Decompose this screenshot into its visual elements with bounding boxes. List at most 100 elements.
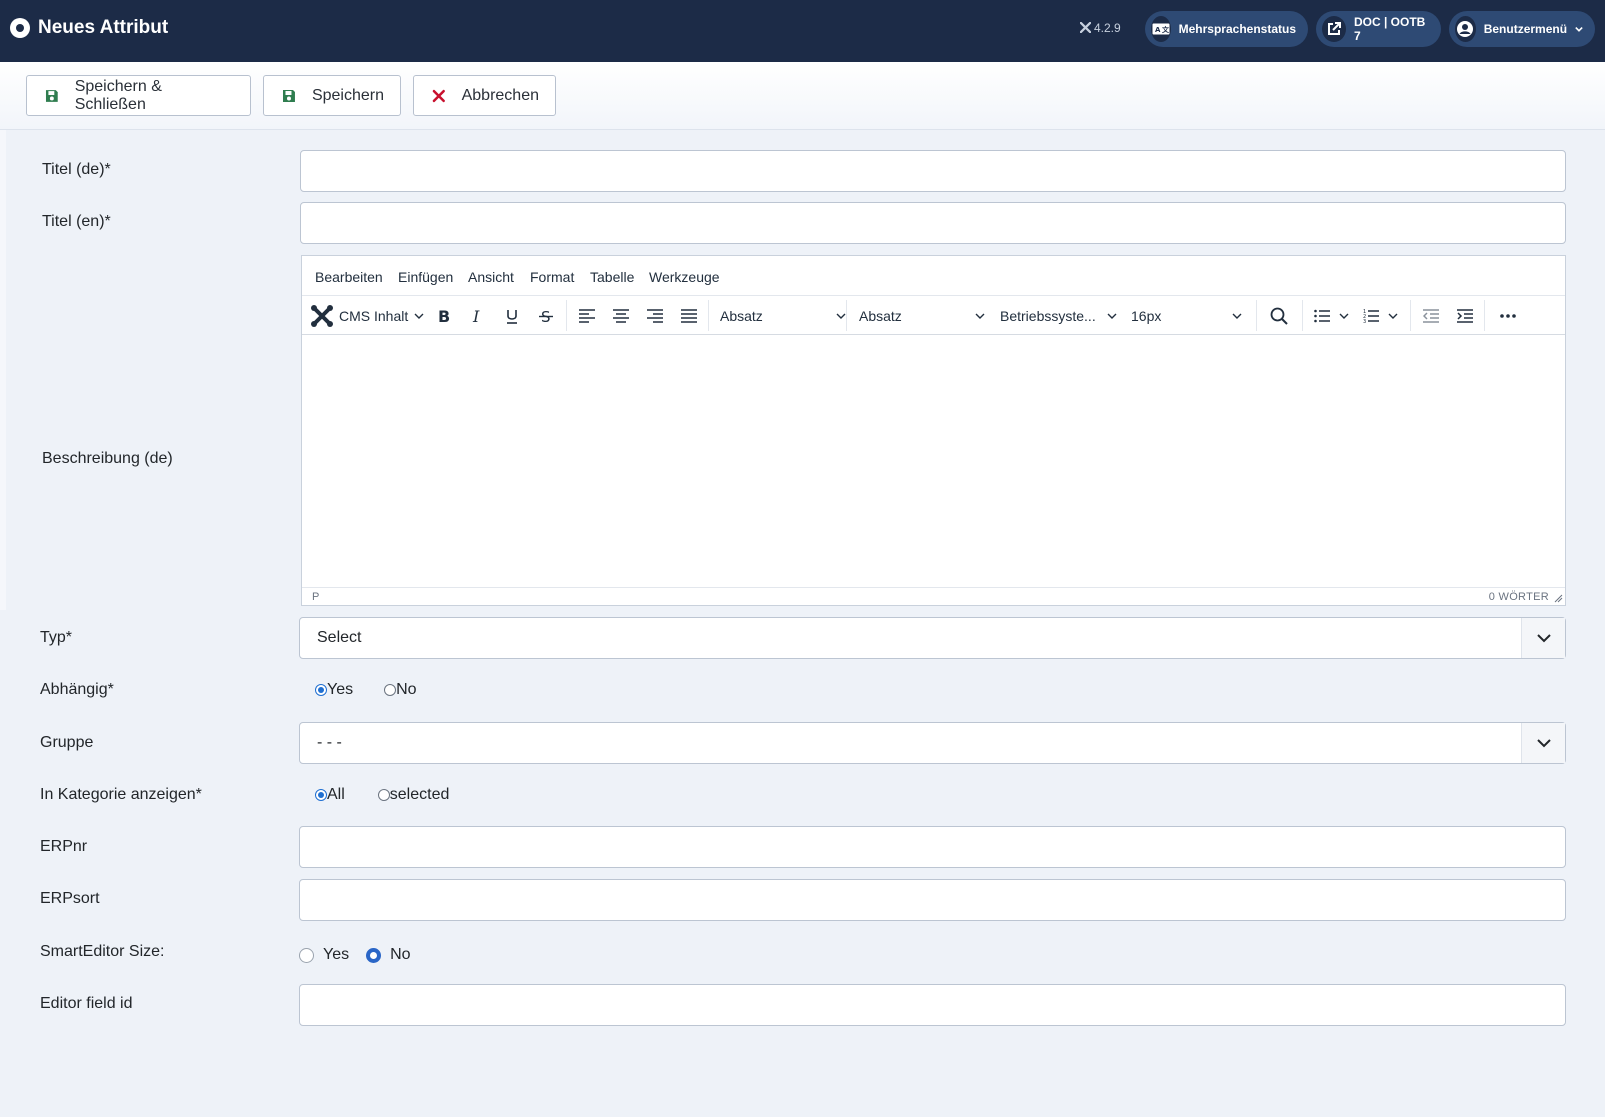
smarteditor-no-radio[interactable] [366, 947, 382, 963]
user-menu-label: Benutzermenü [1483, 22, 1568, 36]
align-right-icon [647, 308, 663, 323]
group-select[interactable]: - - - [299, 722, 1566, 764]
erpnr-label: ERPnr [40, 838, 88, 855]
category-selected-radio[interactable] [377, 789, 390, 801]
toolbar-separator [566, 300, 567, 331]
menu-insert[interactable]: Einfügen [398, 269, 453, 285]
outdent-icon [1423, 308, 1439, 323]
save-button[interactable]: Speichern [263, 75, 401, 116]
dependent-label: Abhängig* [40, 681, 114, 698]
block-format-dropdown-1[interactable]: Absatz [720, 296, 846, 335]
chevron-down-icon [414, 313, 424, 319]
bold-button[interactable]: B [436, 296, 452, 335]
chevron-down-icon [836, 313, 846, 319]
type-select[interactable]: Select [299, 617, 1566, 659]
joomla-icon [1080, 22, 1091, 33]
category-all-label[interactable]: All [327, 786, 345, 804]
chevron-down-icon [1575, 26, 1583, 32]
menu-view[interactable]: Ansicht [468, 269, 514, 285]
underline-button[interactable] [504, 296, 520, 335]
title-en-label: Titel (en)* [42, 213, 111, 230]
resize-handle-icon[interactable] [1554, 594, 1563, 603]
outdent-button[interactable] [1423, 296, 1439, 335]
external-link-icon [1322, 16, 1346, 42]
user-menu-button[interactable]: Benutzermenü [1449, 11, 1595, 47]
category-all-radio[interactable] [315, 789, 327, 801]
cms-content-dropdown[interactable]: CMS Inhalt [310, 296, 424, 335]
multilang-status-button[interactable]: A文 Mehrsprachenstatus [1145, 11, 1308, 47]
align-left-icon [579, 308, 595, 323]
description-label: Beschreibung (de) [42, 450, 173, 467]
bullet-list-icon [1314, 309, 1330, 322]
dependent-no-radio[interactable] [384, 684, 397, 696]
site-link-button[interactable]: DOC | OOTB 7 [1316, 11, 1441, 47]
element-path[interactable]: P [312, 591, 319, 603]
align-right-button[interactable] [647, 296, 663, 335]
chevron-down-icon [1107, 313, 1117, 319]
category-selected-label[interactable]: selected [390, 786, 450, 804]
erpsort-input[interactable] [299, 879, 1566, 921]
svg-text:文: 文 [1162, 25, 1170, 34]
type-select-value: Select [317, 629, 362, 646]
align-left-button[interactable] [579, 296, 595, 335]
bullet-list-button[interactable] [1314, 296, 1349, 335]
rich-text-editor: Bearbeiten Einfügen Ansicht Format Tabel… [301, 255, 1566, 606]
chevron-down-icon [1536, 739, 1551, 748]
chevron-down-icon [1339, 313, 1349, 319]
dependent-yes-radio[interactable] [315, 684, 327, 696]
align-center-button[interactable] [613, 296, 629, 335]
user-icon [1455, 16, 1476, 42]
group-select-toggle[interactable] [1521, 723, 1565, 763]
smarteditor-no-label[interactable]: No [390, 946, 410, 964]
italic-button[interactable]: I [470, 296, 486, 335]
group-select-value: - - - [317, 734, 342, 751]
indent-button[interactable] [1457, 296, 1473, 335]
dependent-no-label[interactable]: No [396, 681, 416, 699]
editor-statusbar: P 0 WÖRTER [302, 587, 1565, 605]
multilang-status-label: Mehrsprachenstatus [1178, 22, 1296, 36]
more-icon [1500, 313, 1516, 318]
svg-text:A: A [1155, 26, 1161, 34]
erpsort-label: ERPsort [40, 890, 100, 907]
cancel-button[interactable]: Abbrechen [413, 75, 556, 116]
strikethrough-button[interactable]: S [538, 296, 554, 335]
editor-content-area[interactable] [302, 335, 1565, 586]
save-close-button[interactable]: Speichern & Schließen [26, 75, 251, 116]
erpnr-input[interactable] [299, 826, 1566, 868]
smarteditor-radio-group: Yes No [299, 946, 411, 964]
font-size-dropdown[interactable]: 16px [1131, 296, 1242, 335]
numbered-list-icon: 123 [1363, 309, 1379, 323]
align-center-icon [613, 308, 629, 323]
language-icon: A文 [1151, 16, 1171, 42]
smarteditor-yes-radio[interactable] [299, 947, 314, 963]
editor-field-id-input[interactable] [299, 984, 1566, 1026]
editor-field-id-label: Editor field id [40, 995, 133, 1012]
menu-table[interactable]: Tabelle [590, 269, 634, 285]
title-en-input[interactable] [300, 202, 1566, 244]
svg-text:I: I [472, 308, 480, 324]
menu-format[interactable]: Format [530, 269, 574, 285]
version-label: 4.2.9 [1094, 21, 1121, 35]
form-side-band [0, 130, 6, 610]
toolbar-separator [1484, 300, 1485, 331]
justify-button[interactable] [681, 296, 697, 335]
word-count[interactable]: 0 WÖRTER [1489, 591, 1549, 603]
font-family-dropdown[interactable]: Betriebssyste... [1000, 296, 1117, 335]
more-button[interactable] [1500, 296, 1516, 335]
save-label: Speichern [311, 86, 384, 104]
type-select-toggle[interactable] [1521, 618, 1565, 658]
editor-toolbar: CMS Inhalt B I S Absatz [302, 296, 1565, 335]
menu-tools[interactable]: Werkzeuge [649, 269, 720, 285]
editor-menubar: Bearbeiten Einfügen Ansicht Format Tabel… [302, 256, 1565, 296]
block-format-dropdown-2[interactable]: Absatz [859, 296, 985, 335]
save-close-label: Speichern & Schließen [74, 77, 162, 113]
title-de-input[interactable] [300, 150, 1566, 192]
menu-edit[interactable]: Bearbeiten [315, 269, 383, 285]
smarteditor-yes-label[interactable]: Yes [323, 946, 349, 964]
numbered-list-button[interactable]: 123 [1363, 296, 1398, 335]
show-in-category-label: In Kategorie anzeigen* [40, 786, 202, 803]
search-replace-button[interactable] [1270, 296, 1288, 335]
underline-icon [507, 309, 517, 324]
dependent-yes-label[interactable]: Yes [327, 681, 353, 699]
strikethrough-icon: S [539, 308, 553, 324]
